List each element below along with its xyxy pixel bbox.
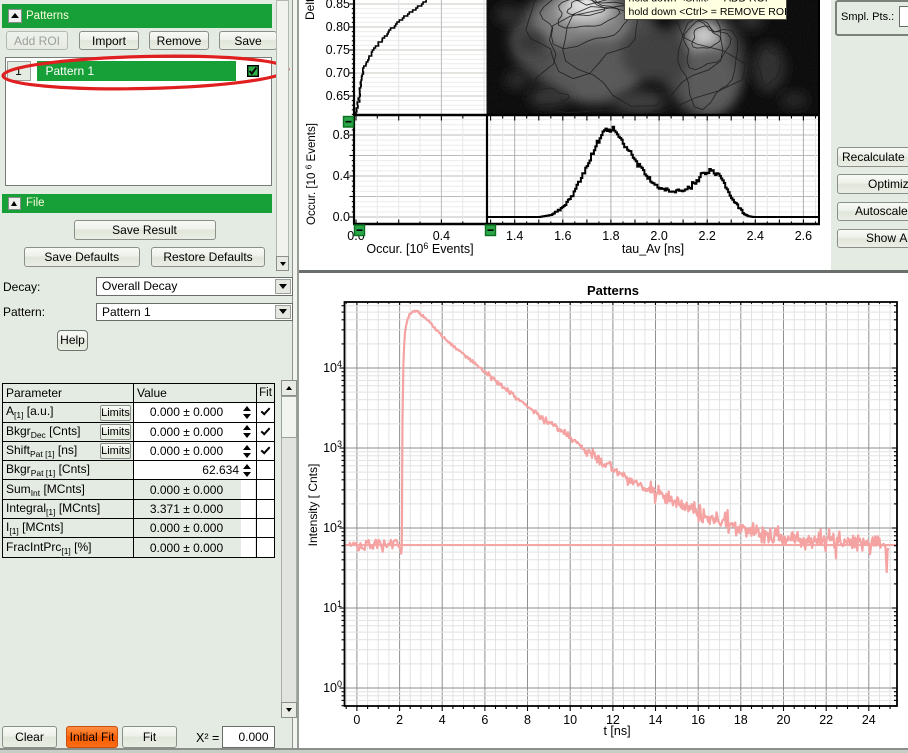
svg-text:Patterns: Patterns (587, 283, 639, 298)
svg-text:Delta [ns]: Delta [ns] (303, 0, 317, 20)
svg-text:0.85: 0.85 (326, 0, 350, 11)
svg-text:2: 2 (396, 713, 403, 727)
svg-text:Occur. [10 6 Events]: Occur. [10 6 Events] (304, 123, 319, 225)
svg-text:8: 8 (524, 713, 531, 727)
svg-text:20: 20 (777, 713, 791, 727)
svg-text:2.0: 2.0 (650, 229, 667, 243)
svg-text:tau_Av [ns]: tau_Av [ns] (622, 242, 684, 256)
svg-text:t [ns]: t [ns] (603, 724, 630, 738)
svg-text:0.80: 0.80 (326, 20, 350, 34)
svg-text:16: 16 (691, 713, 705, 727)
svg-text:10: 10 (563, 713, 577, 727)
svg-text:0: 0 (353, 713, 360, 727)
svg-text:4: 4 (439, 713, 446, 727)
svg-text:Occur. [106 Events]: Occur. [106 Events] (366, 241, 473, 256)
svg-text:0.0: 0.0 (333, 210, 350, 224)
svg-text:2.2: 2.2 (699, 229, 716, 243)
svg-text:2.6: 2.6 (795, 229, 812, 243)
svg-text:1.4: 1.4 (506, 229, 523, 243)
svg-text:0.70: 0.70 (326, 66, 350, 80)
svg-text:14: 14 (649, 713, 663, 727)
svg-text:24: 24 (862, 713, 876, 727)
svg-text:1.6: 1.6 (554, 229, 571, 243)
svg-text:0.65: 0.65 (326, 89, 350, 103)
svg-text:hold down <Ctrl> = REMOVE ROI: hold down <Ctrl> = REMOVE ROI (629, 6, 787, 18)
svg-text:22: 22 (819, 713, 833, 727)
svg-text:hold down <Shift> = ADD ROI: hold down <Shift> = ADD ROI (629, 0, 768, 5)
svg-text:0.4: 0.4 (333, 169, 350, 183)
svg-text:18: 18 (734, 713, 748, 727)
svg-text:0.8: 0.8 (333, 128, 350, 142)
svg-text:2.4: 2.4 (747, 229, 764, 243)
svg-text:0.4: 0.4 (433, 229, 450, 243)
svg-text:Intensity [ Cnts]: Intensity [ Cnts] (306, 464, 320, 547)
svg-text:1.8: 1.8 (602, 229, 619, 243)
svg-text:6: 6 (481, 713, 488, 727)
svg-text:0.75: 0.75 (326, 43, 350, 57)
